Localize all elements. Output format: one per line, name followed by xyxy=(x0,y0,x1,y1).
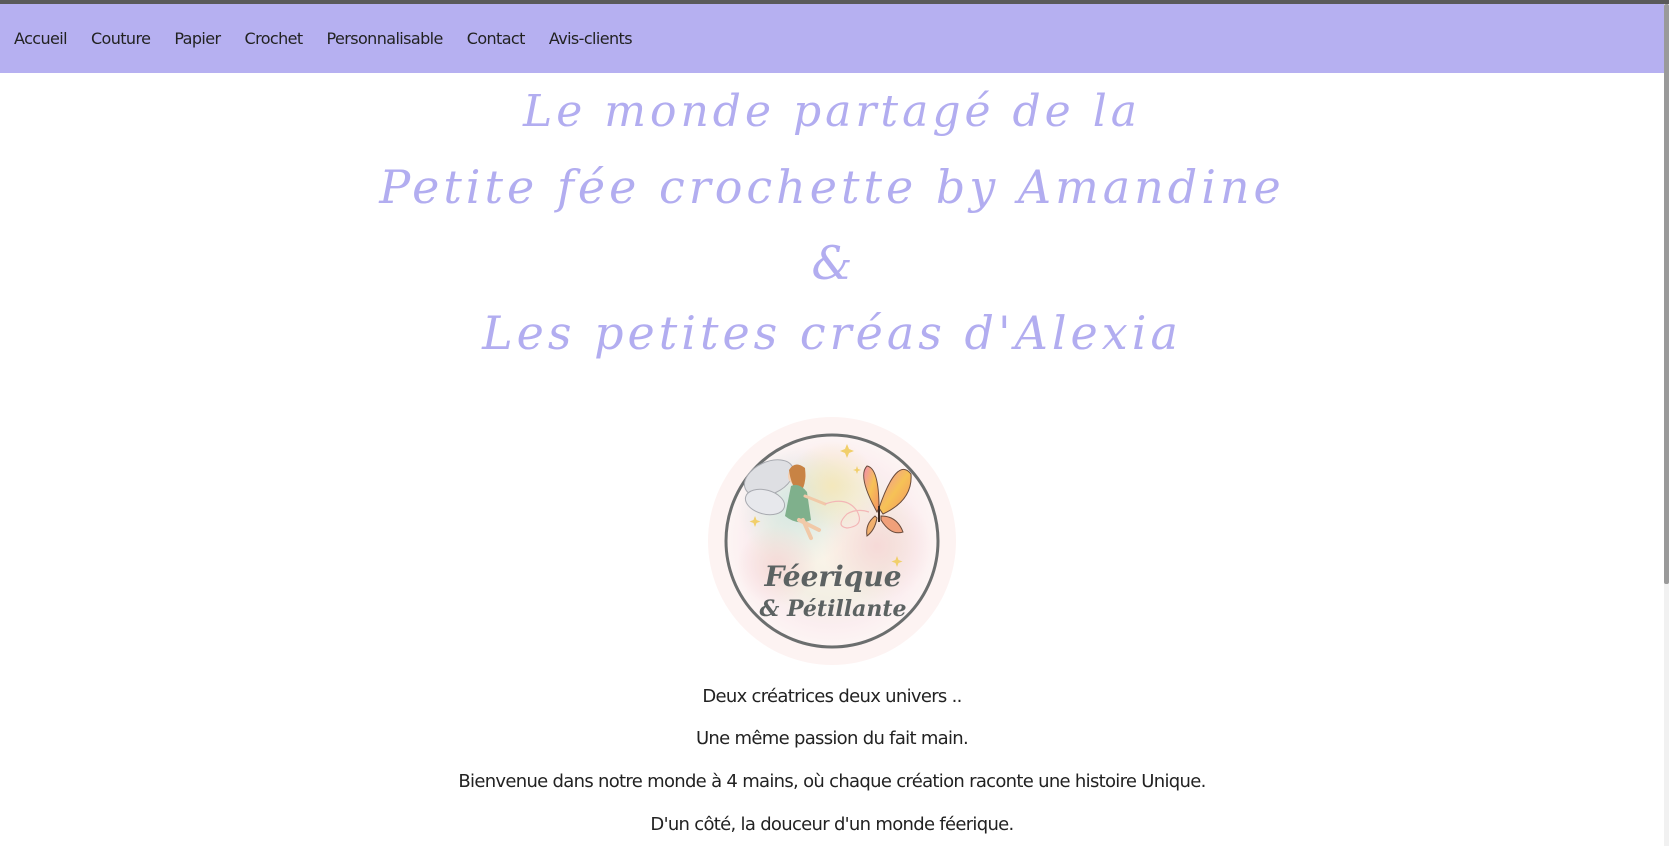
nav-item-personnalisable[interactable]: Personnalisable xyxy=(327,29,444,48)
intro-line-2: Une même passion du fait main. xyxy=(695,728,969,749)
logo-subtitle: & Pétillante xyxy=(759,596,906,622)
nav-item-contact[interactable]: Contact xyxy=(467,29,526,48)
hero-title-line-2: Petite fée crochette by Amandine xyxy=(379,160,1285,214)
hero-title-ampersand: & xyxy=(811,236,853,290)
nav-item-accueil[interactable]: Accueil xyxy=(14,29,68,48)
page-scrollbar-thumb[interactable] xyxy=(1664,4,1669,584)
intro-line-4: D'un côté, la douceur d'un monde féeriqu… xyxy=(650,814,1014,835)
main-navbar: Accueil Couture Papier Crochet Personnal… xyxy=(0,4,1664,73)
hero-title-line-4: Les petites créas d'Alexia xyxy=(482,306,1182,360)
fairy-butterfly-logo-icon: Féerique & Pétillante xyxy=(708,417,956,665)
nav-item-avis-clients[interactable]: Avis-clients xyxy=(549,29,633,48)
hero-title-line-1: Le monde partagé de la xyxy=(522,86,1142,137)
nav-item-couture[interactable]: Couture xyxy=(91,29,151,48)
intro-line-3: Bienvenue dans notre monde à 4 mains, où… xyxy=(458,771,1206,792)
intro-line-1: Deux créatrices deux univers .. xyxy=(702,686,962,707)
feerique-petillante-logo: Féerique & Pétillante xyxy=(707,416,957,666)
logo-title: Féerique xyxy=(763,560,901,593)
nav-item-papier[interactable]: Papier xyxy=(174,29,221,48)
nav-item-crochet[interactable]: Crochet xyxy=(245,29,304,48)
page: Accueil Couture Papier Crochet Personnal… xyxy=(0,0,1669,846)
